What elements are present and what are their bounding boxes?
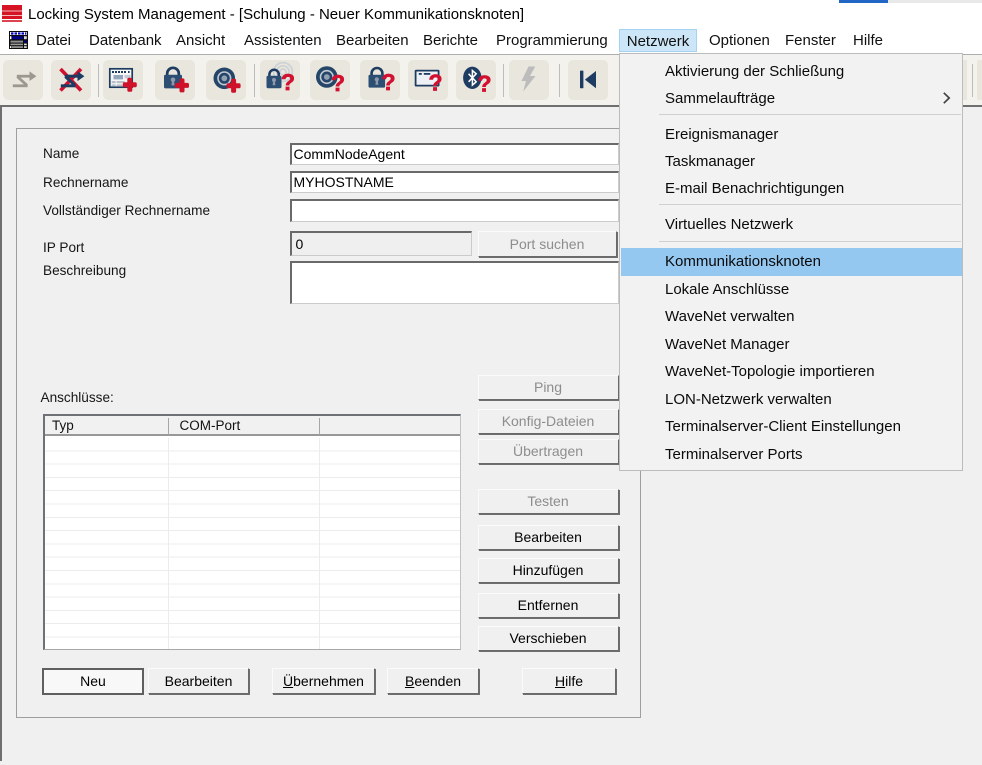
svg-text:?: ? [429, 70, 443, 96]
svg-text:?: ? [478, 71, 492, 97]
svg-text:?: ? [382, 69, 396, 95]
svg-text:?: ? [331, 70, 345, 96]
svg-text:?: ? [281, 69, 295, 95]
